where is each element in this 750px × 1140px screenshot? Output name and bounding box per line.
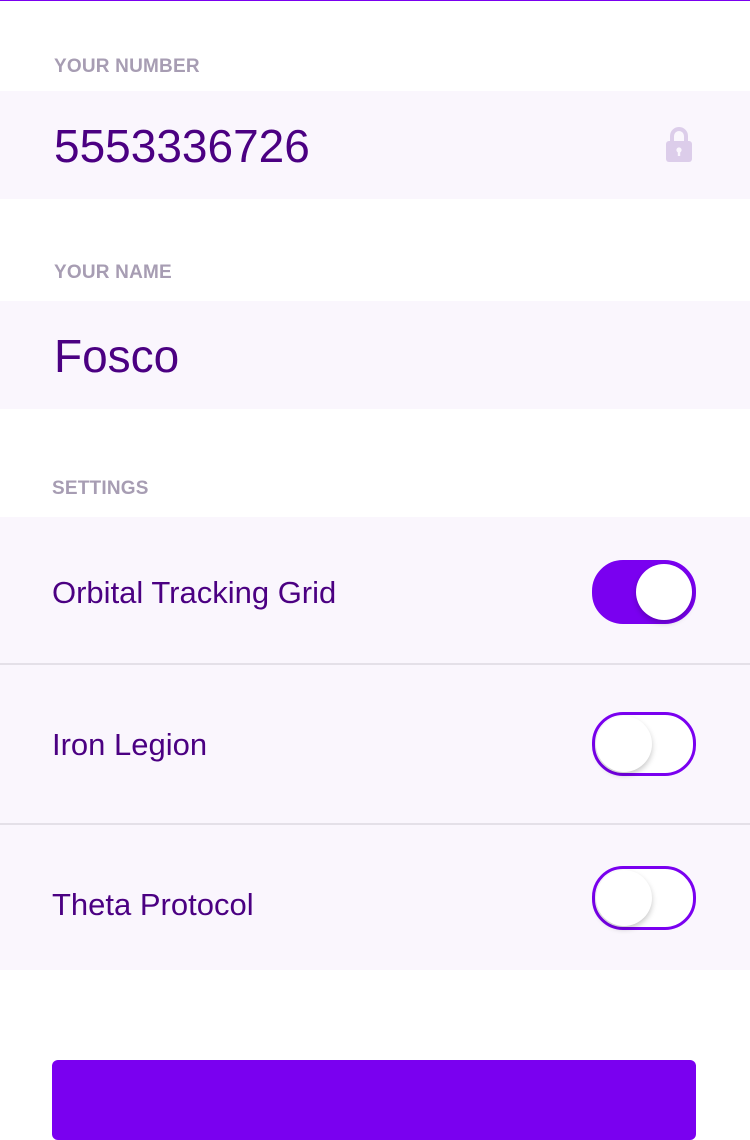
theta-protocol-toggle[interactable] [592, 866, 696, 930]
top-border [0, 0, 750, 1]
name-field[interactable]: Fosco [0, 301, 750, 409]
toggle-knob [636, 564, 692, 620]
number-field: 5553336726 [0, 91, 750, 199]
orbital-tracking-grid-toggle[interactable] [592, 560, 696, 624]
setting-label: Theta Protocol [52, 887, 254, 922]
primary-action-button[interactable] [52, 1060, 696, 1140]
setting-row-iron-legion: Iron Legion [0, 665, 750, 823]
name-value[interactable]: Fosco [54, 333, 179, 379]
toggle-knob [596, 716, 652, 772]
toggle-knob [596, 870, 652, 926]
setting-label: Iron Legion [52, 727, 208, 762]
settings-section-label: SETTINGS [52, 478, 149, 499]
setting-row-orbital-tracking-grid: Orbital Tracking Grid [0, 517, 750, 663]
lock-icon [666, 127, 692, 162]
setting-row-theta-protocol: Theta Protocol [0, 825, 750, 970]
number-section-label: YOUR NUMBER [54, 56, 200, 77]
setting-label: Orbital Tracking Grid [52, 575, 337, 610]
phone-number-value: 5553336726 [54, 120, 310, 172]
name-section-label: YOUR NAME [54, 262, 172, 283]
iron-legion-toggle[interactable] [592, 712, 696, 776]
